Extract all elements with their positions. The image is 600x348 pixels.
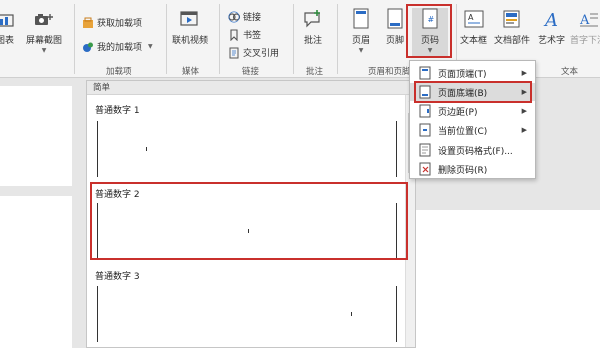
store-icon xyxy=(82,17,94,29)
menu-item-label: 设置页码格式(F)... xyxy=(438,146,513,157)
crossref-button[interactable]: 交叉引用 xyxy=(228,46,279,59)
document-page xyxy=(414,210,600,348)
chevron-down-icon: ▼ xyxy=(148,43,153,50)
chevron-right-icon: ▶ xyxy=(521,126,527,134)
header-button[interactable]: 页眉 ▼ xyxy=(350,8,372,54)
link-label: 链接 xyxy=(243,13,262,23)
group-label-media: 媒体 xyxy=(182,67,200,77)
wordart-button[interactable]: A 艺术字 xyxy=(538,8,565,46)
online-video-button[interactable]: 联机视频 xyxy=(172,8,208,46)
page-number-marker xyxy=(146,147,147,151)
option-2-highlight xyxy=(90,182,408,260)
page-number-highlight xyxy=(406,4,452,58)
footer-button[interactable]: 页脚 xyxy=(384,8,406,46)
textbox-button[interactable]: A 文本框 xyxy=(460,8,487,46)
my-addins-label: 我的加载项 xyxy=(97,43,143,53)
bookmark-label: 书签 xyxy=(243,31,262,41)
page-margin-icon xyxy=(418,104,432,118)
option-preview xyxy=(97,286,397,342)
group-label-header-footer: 页眉和页脚 xyxy=(368,67,411,77)
menu-item-page-margins[interactable]: 页边距(P) ▶ xyxy=(410,102,535,120)
menu-item-label: 删除页码(R) xyxy=(438,165,488,176)
header-label: 页眉 xyxy=(351,36,370,46)
menu-item-top-of-page[interactable]: 页面顶端(T) ▶ xyxy=(410,64,535,82)
dropcap-button[interactable]: A 首字下沉 xyxy=(570,8,600,46)
option-title: 普通数字 1 xyxy=(95,106,140,116)
textbox-icon: A xyxy=(463,8,485,30)
bookmark-button[interactable]: 书签 xyxy=(228,28,261,41)
menu-item-label: 页边距(P) xyxy=(438,107,478,118)
crossref-icon xyxy=(228,47,240,59)
option-title: 普通数字 3 xyxy=(95,272,140,282)
quickparts-button[interactable]: 文档部件 xyxy=(494,8,530,46)
link-button[interactable]: 链接 xyxy=(228,10,261,23)
chevron-down-icon: ▼ xyxy=(358,47,364,54)
current-position-icon xyxy=(418,123,432,137)
menu-item-label: 当前位置(C) xyxy=(438,126,488,137)
group-label-comments: 批注 xyxy=(306,67,324,77)
quickparts-label: 文档部件 xyxy=(494,36,531,46)
menu-item-remove-page-numbers[interactable]: 删除页码(R) xyxy=(410,160,535,178)
group-label-text: 文本 xyxy=(561,67,579,77)
online-video-label: 联机视频 xyxy=(172,36,209,46)
gallery-header: 简单 xyxy=(87,81,415,95)
header-icon xyxy=(350,8,372,30)
format-icon xyxy=(418,143,432,157)
bookmark-icon xyxy=(228,28,240,41)
link-icon xyxy=(228,11,240,23)
menu-item-current-position[interactable]: 当前位置(C) ▶ xyxy=(410,121,535,139)
chevron-right-icon: ▶ xyxy=(521,107,527,115)
svg-text:A: A xyxy=(543,10,558,30)
comment-label: 批注 xyxy=(303,36,322,46)
bottom-of-page-highlight xyxy=(414,81,532,103)
my-addins-button[interactable]: 我的加载项 ▼ xyxy=(82,40,153,53)
addin-icon xyxy=(82,41,94,53)
chevron-down-icon: ▼ xyxy=(41,47,47,54)
screenshot-label: 屏幕截图 xyxy=(26,36,63,46)
group-label-addins: 加载项 xyxy=(106,67,132,77)
chart-button[interactable]: 图表 xyxy=(0,8,16,46)
get-addins-label: 获取加载项 xyxy=(97,19,143,29)
chart-icon xyxy=(0,8,16,30)
comment-button[interactable]: 批注 xyxy=(302,8,324,46)
comment-icon xyxy=(302,8,324,30)
crossref-label: 交叉引用 xyxy=(243,49,280,59)
document-page xyxy=(0,196,72,348)
quickparts-icon xyxy=(501,8,523,30)
option-preview xyxy=(97,121,397,177)
group-label-links: 链接 xyxy=(242,67,260,77)
footer-icon xyxy=(384,8,406,30)
delete-icon xyxy=(418,162,432,176)
chevron-right-icon: ▶ xyxy=(521,69,527,77)
svg-text:A: A xyxy=(468,13,474,22)
dropcap-icon: A xyxy=(577,8,599,30)
video-icon xyxy=(179,8,201,30)
menu-item-format-page-numbers[interactable]: 设置页码格式(F)... xyxy=(410,141,535,159)
camera-icon xyxy=(33,8,55,30)
get-addins-button[interactable]: 获取加载项 xyxy=(82,16,142,29)
textbox-label: 文本框 xyxy=(460,36,488,46)
document-page xyxy=(0,86,72,186)
page-number-menu: 页面顶端(T) ▶ 页面底端(B) ▶ 页边距(P) ▶ 当前位置(C) ▶ 设… xyxy=(409,60,536,179)
wordart-label: 艺术字 xyxy=(538,36,566,46)
wordart-icon: A xyxy=(541,8,563,30)
page-number-marker xyxy=(351,312,352,316)
chart-label: 图表 xyxy=(0,36,14,46)
screenshot-button[interactable]: 屏幕截图 ▼ xyxy=(26,8,62,54)
menu-item-label: 页面顶端(T) xyxy=(438,69,487,80)
footer-label: 页脚 xyxy=(385,36,404,46)
page-top-icon xyxy=(418,66,432,80)
dropcap-label: 首字下沉 xyxy=(570,36,600,46)
